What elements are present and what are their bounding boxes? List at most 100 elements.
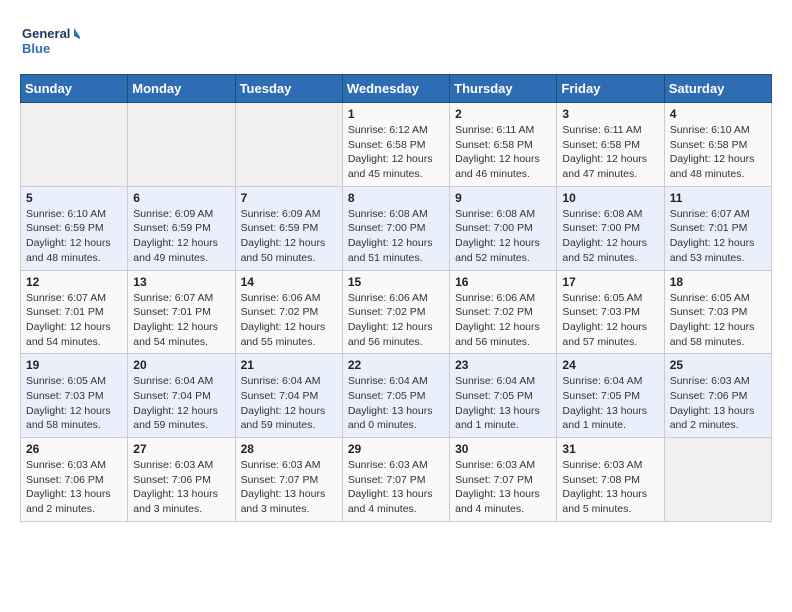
day-info: Sunrise: 6:03 AM Sunset: 7:07 PM Dayligh… [455,458,551,517]
day-number: 16 [455,275,551,289]
calendar-cell [128,103,235,187]
day-number: 19 [26,358,122,372]
calendar-week-row: 26 Sunrise: 6:03 AM Sunset: 7:06 PM Dayli… [21,438,772,522]
calendar-week-row: 19 Sunrise: 6:05 AM Sunset: 7:03 PM Dayli… [21,354,772,438]
calendar-cell: 13 Sunrise: 6:07 AM Sunset: 7:01 PM Dayli… [128,270,235,354]
calendar-header-row: SundayMondayTuesdayWednesdayThursdayFrid… [21,75,772,103]
calendar-cell: 30 Sunrise: 6:03 AM Sunset: 7:07 PM Dayli… [450,438,557,522]
weekday-header-sunday: Sunday [21,75,128,103]
day-info: Sunrise: 6:07 AM Sunset: 7:01 PM Dayligh… [670,207,766,266]
weekday-header-wednesday: Wednesday [342,75,449,103]
day-number: 12 [26,275,122,289]
calendar-cell: 18 Sunrise: 6:05 AM Sunset: 7:03 PM Dayli… [664,270,771,354]
calendar-cell [664,438,771,522]
day-number: 14 [241,275,337,289]
weekday-header-tuesday: Tuesday [235,75,342,103]
calendar-cell: 15Sunrise: 6:06 AM Sunset: 7:02 PM Dayli… [342,270,449,354]
day-number: 9 [455,191,551,205]
calendar-cell: 22 Sunrise: 6:04 AM Sunset: 7:05 PM Dayli… [342,354,449,438]
page-header: General Blue [20,20,772,64]
calendar-cell: 11 Sunrise: 6:07 AM Sunset: 7:01 PM Dayli… [664,186,771,270]
day-info: Sunrise: 6:12 AM Sunset: 6:58 PM Dayligh… [348,123,444,182]
day-info: Sunrise: 6:08 AM Sunset: 7:00 PM Dayligh… [455,207,551,266]
day-number: 25 [670,358,766,372]
day-number: 10 [562,191,658,205]
svg-text:General: General [22,26,70,41]
day-info: Sunrise: 6:11 AM Sunset: 6:58 PM Dayligh… [562,123,658,182]
day-info: Sunrise: 6:04 AM Sunset: 7:05 PM Dayligh… [562,374,658,433]
weekday-header-thursday: Thursday [450,75,557,103]
weekday-header-saturday: Saturday [664,75,771,103]
calendar-cell [235,103,342,187]
day-number: 28 [241,442,337,456]
calendar-cell: 31 Sunrise: 6:03 AM Sunset: 7:08 PM Dayli… [557,438,664,522]
calendar-cell: 21Sunrise: 6:04 AM Sunset: 7:04 PM Dayli… [235,354,342,438]
logo: General Blue [20,20,80,64]
day-number: 5 [26,191,122,205]
day-info: Sunrise: 6:03 AM Sunset: 7:07 PM Dayligh… [241,458,337,517]
day-number: 18 [670,275,766,289]
calendar-cell: 27 Sunrise: 6:03 AM Sunset: 7:06 PM Dayli… [128,438,235,522]
day-number: 31 [562,442,658,456]
calendar-cell: 16 Sunrise: 6:06 AM Sunset: 7:02 PM Dayli… [450,270,557,354]
day-info: Sunrise: 6:03 AM Sunset: 7:06 PM Dayligh… [133,458,229,517]
calendar-cell: 6 Sunrise: 6:09 AM Sunset: 6:59 PM Daylig… [128,186,235,270]
weekday-header-monday: Monday [128,75,235,103]
calendar-cell: 20 Sunrise: 6:04 AM Sunset: 7:04 PM Dayli… [128,354,235,438]
svg-text:Blue: Blue [22,41,50,56]
day-info: Sunrise: 6:09 AM Sunset: 6:59 PM Dayligh… [241,207,337,266]
day-number: 1 [348,107,444,121]
day-info: Sunrise: 6:04 AM Sunset: 7:04 PM Dayligh… [133,374,229,433]
day-info: Sunrise: 6:05 AM Sunset: 7:03 PM Dayligh… [670,291,766,350]
calendar-cell: 17Sunrise: 6:05 AM Sunset: 7:03 PM Dayli… [557,270,664,354]
calendar-cell: 2Sunrise: 6:11 AM Sunset: 6:58 PM Daylig… [450,103,557,187]
calendar-cell: 7 Sunrise: 6:09 AM Sunset: 6:59 PM Daylig… [235,186,342,270]
day-number: 20 [133,358,229,372]
day-info: Sunrise: 6:05 AM Sunset: 7:03 PM Dayligh… [26,374,122,433]
day-info: Sunrise: 6:10 AM Sunset: 6:59 PM Dayligh… [26,207,122,266]
calendar-cell: 26 Sunrise: 6:03 AM Sunset: 7:06 PM Dayli… [21,438,128,522]
day-info: Sunrise: 6:09 AM Sunset: 6:59 PM Dayligh… [133,207,229,266]
day-info: Sunrise: 6:03 AM Sunset: 7:07 PM Dayligh… [348,458,444,517]
calendar-cell: 28 Sunrise: 6:03 AM Sunset: 7:07 PM Dayli… [235,438,342,522]
day-info: Sunrise: 6:08 AM Sunset: 7:00 PM Dayligh… [348,207,444,266]
day-number: 23 [455,358,551,372]
day-number: 4 [670,107,766,121]
day-info: Sunrise: 6:03 AM Sunset: 7:08 PM Dayligh… [562,458,658,517]
day-info: Sunrise: 6:07 AM Sunset: 7:01 PM Dayligh… [133,291,229,350]
calendar-week-row: 1 Sunrise: 6:12 AM Sunset: 6:58 PM Daylig… [21,103,772,187]
calendar-cell: 3 Sunrise: 6:11 AM Sunset: 6:58 PM Daylig… [557,103,664,187]
calendar-cell [21,103,128,187]
calendar-cell: 12Sunrise: 6:07 AM Sunset: 7:01 PM Dayli… [21,270,128,354]
weekday-header-friday: Friday [557,75,664,103]
day-info: Sunrise: 6:06 AM Sunset: 7:02 PM Dayligh… [455,291,551,350]
day-number: 24 [562,358,658,372]
calendar-cell: 1 Sunrise: 6:12 AM Sunset: 6:58 PM Daylig… [342,103,449,187]
day-info: Sunrise: 6:04 AM Sunset: 7:05 PM Dayligh… [348,374,444,433]
day-number: 7 [241,191,337,205]
day-info: Sunrise: 6:11 AM Sunset: 6:58 PM Dayligh… [455,123,551,182]
calendar-week-row: 12 Sunrise: 6:07 AM Sunset: 7:01 PM Dayli… [21,270,772,354]
day-number: 13 [133,275,229,289]
calendar-cell: 8Sunrise: 6:08 AM Sunset: 7:00 PM Daylig… [342,186,449,270]
calendar-cell: 10Sunrise: 6:08 AM Sunset: 7:00 PM Dayli… [557,186,664,270]
day-info: Sunrise: 6:03 AM Sunset: 7:06 PM Dayligh… [26,458,122,517]
day-number: 22 [348,358,444,372]
day-number: 21 [241,358,337,372]
calendar-cell: 4Sunrise: 6:10 AM Sunset: 6:58 PM Daylig… [664,103,771,187]
day-info: Sunrise: 6:06 AM Sunset: 7:02 PM Dayligh… [348,291,444,350]
calendar-week-row: 5 Sunrise: 6:10 AM Sunset: 6:59 PM Daylig… [21,186,772,270]
day-number: 27 [133,442,229,456]
day-number: 11 [670,191,766,205]
calendar-cell: 25 Sunrise: 6:03 AM Sunset: 7:06 PM Dayli… [664,354,771,438]
day-number: 3 [562,107,658,121]
day-number: 30 [455,442,551,456]
day-number: 6 [133,191,229,205]
calendar-cell: 29Sunrise: 6:03 AM Sunset: 7:07 PM Dayli… [342,438,449,522]
day-number: 17 [562,275,658,289]
calendar-cell: 9 Sunrise: 6:08 AM Sunset: 7:00 PM Daylig… [450,186,557,270]
day-info: Sunrise: 6:03 AM Sunset: 7:06 PM Dayligh… [670,374,766,433]
calendar-cell: 14Sunrise: 6:06 AM Sunset: 7:02 PM Dayli… [235,270,342,354]
day-info: Sunrise: 6:04 AM Sunset: 7:05 PM Dayligh… [455,374,551,433]
day-number: 26 [26,442,122,456]
